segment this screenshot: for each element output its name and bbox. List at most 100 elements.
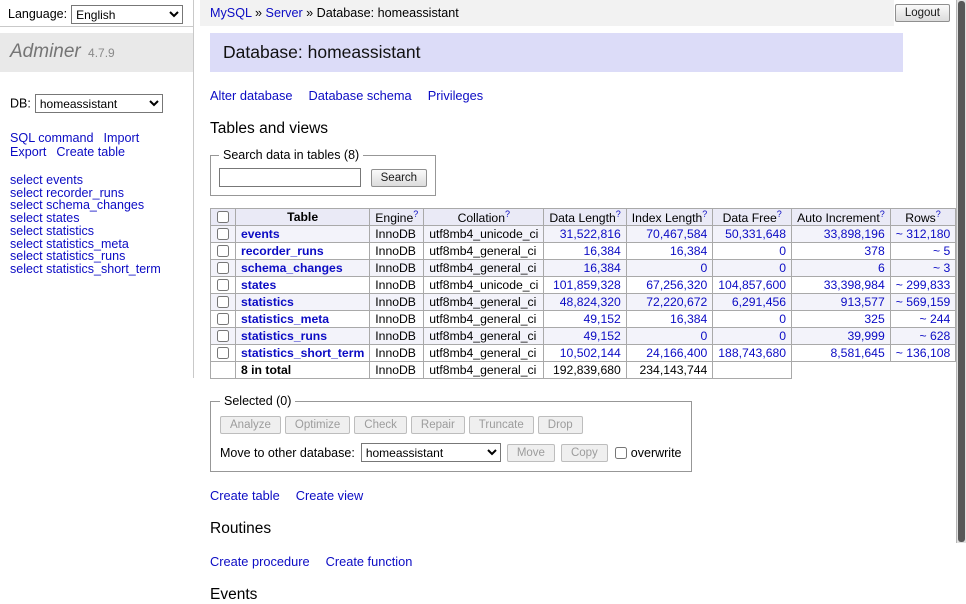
index-length-cell-link[interactable]: 0 bbox=[701, 261, 708, 275]
row-checkbox[interactable] bbox=[217, 279, 229, 291]
row-checkbox[interactable] bbox=[217, 262, 229, 274]
column-help-link[interactable]: ? bbox=[936, 209, 941, 219]
index-length-cell-link[interactable]: 72,220,672 bbox=[646, 295, 707, 309]
sidebar-link-create-table[interactable]: Create table bbox=[56, 145, 125, 159]
data-free-cell-link[interactable]: 0 bbox=[779, 312, 786, 326]
scrollbar-thumb[interactable] bbox=[958, 1, 965, 542]
data-free-cell-link[interactable]: 6,291,456 bbox=[732, 295, 786, 309]
auto-increment-cell-link[interactable]: 6 bbox=[878, 261, 885, 275]
action-link-database-schema[interactable]: Database schema bbox=[309, 88, 412, 103]
column-help-link[interactable]: ? bbox=[413, 209, 418, 219]
data-length-cell-link[interactable]: 10,502,144 bbox=[560, 346, 621, 360]
data-length-cell-link[interactable]: 101,859,328 bbox=[553, 278, 621, 292]
rows-cell-link[interactable]: ~ 3 bbox=[933, 261, 950, 275]
column-help-link[interactable]: ? bbox=[702, 209, 707, 219]
auto-increment-cell-link[interactable]: 325 bbox=[864, 312, 884, 326]
overwrite-checkbox[interactable] bbox=[615, 447, 627, 459]
data-length-cell-link[interactable]: 49,152 bbox=[584, 329, 621, 343]
breadcrumb-link-mysql[interactable]: MySQL bbox=[210, 6, 252, 20]
row-checkbox[interactable] bbox=[217, 313, 229, 325]
data-free-cell-link[interactable]: 0 bbox=[779, 244, 786, 258]
auto-increment-cell-link[interactable]: 33,398,984 bbox=[824, 278, 885, 292]
index-length-cell-link[interactable]: 16,384 bbox=[670, 244, 707, 258]
row-checkbox[interactable] bbox=[217, 296, 229, 308]
search-button[interactable]: Search bbox=[371, 169, 427, 187]
bottom-link-create-view[interactable]: Create view bbox=[296, 488, 364, 503]
index-length-cell-link[interactable]: 24,166,400 bbox=[646, 346, 707, 360]
index-length-cell-link[interactable]: 16,384 bbox=[670, 312, 707, 326]
auto-increment-cell: 6 bbox=[792, 260, 891, 277]
rows-cell-link[interactable]: ~ 5 bbox=[933, 244, 950, 258]
sidebar-select-statistics-short-term[interactable]: select statistics_short_term bbox=[10, 262, 161, 276]
rows-cell-link[interactable]: ~ 136,108 bbox=[896, 346, 951, 360]
routine-link-create-function[interactable]: Create function bbox=[326, 554, 413, 569]
auto-increment-cell-link[interactable]: 33,898,196 bbox=[824, 227, 885, 241]
scrollbar[interactable] bbox=[956, 0, 966, 543]
table-link-statistics-meta[interactable]: statistics_meta bbox=[241, 312, 329, 326]
copy-button[interactable]: Copy bbox=[561, 444, 608, 462]
index-length-cell-link[interactable]: 70,467,584 bbox=[646, 227, 707, 241]
column-help-link[interactable]: ? bbox=[505, 209, 510, 219]
auto-increment-cell-link[interactable]: 39,999 bbox=[847, 329, 884, 343]
table-link-states[interactable]: states bbox=[241, 278, 276, 292]
table-link-statistics-runs[interactable]: statistics_runs bbox=[241, 329, 327, 343]
data-free-cell-link[interactable]: 188,743,680 bbox=[718, 346, 786, 360]
table-link-statistics-short-term[interactable]: statistics_short_term bbox=[241, 346, 364, 360]
data-free-cell-link[interactable]: 50,331,648 bbox=[725, 227, 786, 241]
logout-button[interactable]: Logout bbox=[895, 4, 950, 22]
repair-button[interactable]: Repair bbox=[411, 416, 465, 434]
row-checkbox[interactable] bbox=[217, 330, 229, 342]
search-legend: Search data in tables (8) bbox=[219, 148, 363, 162]
optimize-button[interactable]: Optimize bbox=[285, 416, 350, 434]
rows-cell-link[interactable]: ~ 628 bbox=[919, 329, 950, 343]
table-link-schema-changes[interactable]: schema_changes bbox=[241, 261, 343, 275]
language-select[interactable]: English bbox=[71, 5, 183, 24]
rows-cell-link[interactable]: ~ 569,159 bbox=[896, 295, 951, 309]
db-select[interactable]: homeassistant bbox=[35, 94, 163, 113]
move-button[interactable]: Move bbox=[507, 444, 555, 462]
bottom-link-create-table[interactable]: Create table bbox=[210, 488, 280, 503]
drop-button[interactable]: Drop bbox=[538, 416, 583, 434]
row-checkbox-cell bbox=[211, 277, 236, 294]
action-link-alter-database[interactable]: Alter database bbox=[210, 88, 293, 103]
data-length-cell-link[interactable]: 16,384 bbox=[584, 244, 621, 258]
row-checkbox[interactable] bbox=[217, 245, 229, 257]
data-length-cell-link[interactable]: 48,824,320 bbox=[560, 295, 621, 309]
row-checkbox[interactable] bbox=[217, 228, 229, 240]
auto-increment-cell-link[interactable]: 913,577 bbox=[841, 295, 885, 309]
move-db-select[interactable]: homeassistant bbox=[361, 443, 501, 462]
sidebar-link-export[interactable]: Export bbox=[10, 145, 46, 159]
truncate-button[interactable]: Truncate bbox=[469, 416, 534, 434]
table-link-events[interactable]: events bbox=[241, 227, 280, 241]
index-length-cell: 0 bbox=[626, 260, 713, 277]
left-column: Language:English Adminer 4.7.9 DB:homeas… bbox=[0, 0, 194, 378]
check-button[interactable]: Check bbox=[354, 416, 407, 434]
index-length-cell-link[interactable]: 67,256,320 bbox=[646, 278, 707, 292]
column-help-link[interactable]: ? bbox=[777, 209, 782, 219]
sidebar-link-sql-command[interactable]: SQL command bbox=[10, 131, 94, 145]
data-length-cell-link[interactable]: 31,522,816 bbox=[560, 227, 621, 241]
rows-cell-link[interactable]: ~ 312,180 bbox=[896, 227, 951, 241]
column-help-link[interactable]: ? bbox=[616, 209, 621, 219]
auto-increment-cell-link[interactable]: 378 bbox=[864, 244, 884, 258]
routine-link-create-procedure[interactable]: Create procedure bbox=[210, 554, 310, 569]
rows-cell-link[interactable]: ~ 244 bbox=[919, 312, 950, 326]
analyze-button[interactable]: Analyze bbox=[220, 416, 281, 434]
column-help-link[interactable]: ? bbox=[880, 209, 885, 219]
auto-increment-cell-link[interactable]: 8,581,645 bbox=[831, 346, 885, 360]
data-free-cell-link[interactable]: 104,857,600 bbox=[718, 278, 786, 292]
data-length-cell-link[interactable]: 49,152 bbox=[584, 312, 621, 326]
row-checkbox[interactable] bbox=[217, 347, 229, 359]
breadcrumb-link-server[interactable]: Server bbox=[266, 6, 303, 20]
index-length-cell-link[interactable]: 0 bbox=[701, 329, 708, 343]
table-link-statistics[interactable]: statistics bbox=[241, 295, 294, 309]
table-link-recorder-runs[interactable]: recorder_runs bbox=[241, 244, 324, 258]
sidebar-link-import[interactable]: Import bbox=[104, 131, 140, 145]
data-free-cell-link[interactable]: 0 bbox=[779, 329, 786, 343]
data-free-cell-link[interactable]: 0 bbox=[779, 261, 786, 275]
data-length-cell-link[interactable]: 16,384 bbox=[584, 261, 621, 275]
action-link-privileges[interactable]: Privileges bbox=[428, 88, 483, 103]
search-input[interactable] bbox=[219, 168, 361, 187]
select-all-checkbox[interactable] bbox=[217, 211, 229, 223]
rows-cell-link[interactable]: ~ 299,833 bbox=[896, 278, 951, 292]
